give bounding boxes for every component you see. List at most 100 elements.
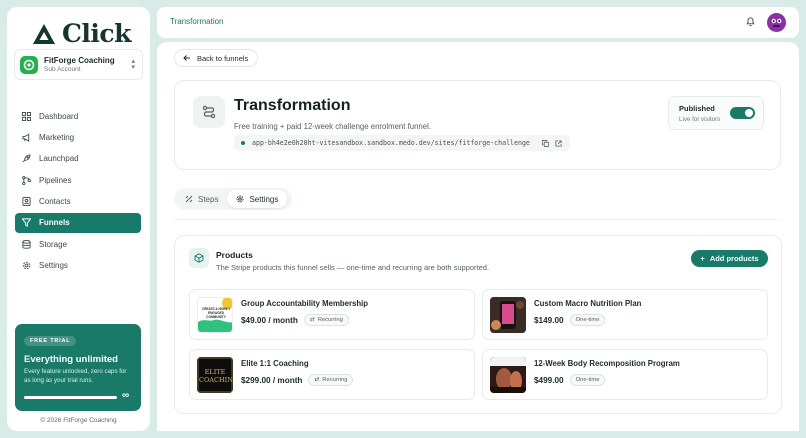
sidebar-item-launchpad[interactable]: Launchpad [15,149,141,169]
account-switcher[interactable]: FitForge Coaching Sub Account ▴ ▾ [14,49,143,80]
app-logo[interactable]: Click [32,21,131,46]
trial-progress-bar [24,396,117,399]
rocket-icon [22,154,31,163]
product-card[interactable]: ELITE COACHING Elite 1:1 Coaching $299.0… [189,349,475,400]
funnel-url-text[interactable]: app-bh4e2e0h20ht-vitesandbox.sandbox.med… [252,139,530,147]
sidebar-item-pipelines[interactable]: Pipelines [15,170,141,190]
top-bar: Transformation [157,7,799,38]
tab-label: Steps [198,194,219,204]
sidebar-item-label: Pipelines [39,175,72,185]
billing-badge: ⇄ Recurring [308,374,354,386]
product-name: Group Accountability Membership [241,299,369,308]
product-thumbnail: ELITE COACHING [197,357,233,393]
billing-label: One-time [575,377,600,383]
grid-icon [22,111,31,121]
billing-badge: One-time [569,374,606,386]
billing-badge: One-time [569,314,606,326]
sidebar-item-marketing[interactable]: Marketing [15,127,141,147]
account-logo-icon [23,59,35,70]
account-avatar [20,55,38,74]
external-link-icon[interactable] [555,139,562,147]
product-name: Elite 1:1 Coaching [241,359,309,368]
product-card[interactable]: Custom Macro Nutrition Plan $149.00 One-… [482,289,768,340]
steps-icon [185,195,193,203]
funnel-url[interactable]: app-bh4e2e0h20ht-vitesandbox.sandbox.med… [234,135,570,151]
trial-description: Every feature unlocked, zero caps for as… [24,368,127,384]
product-thumbnail [490,357,526,393]
sidebar-item-contacts[interactable]: Contacts [15,192,141,212]
thumbnail-text: ELITE COACHING [199,368,233,384]
bell-icon[interactable] [745,16,756,27]
product-price: $299.00 / month [241,375,303,385]
sidebar-item-label: Funnels [39,218,70,228]
billing-label: Recurring [322,377,348,383]
status-dot [241,141,245,145]
account-type: Sub Account [44,66,81,73]
product-name: Custom Macro Nutrition Plan [534,299,642,308]
breadcrumb[interactable]: Transformation [170,17,224,26]
funnel-tabs: Steps Settings [174,188,292,210]
sidebar-item-label: Settings [39,261,68,271]
contacts-icon [22,197,31,207]
products-title: Products [216,250,253,260]
body-recomp-thumbnail-image [490,357,526,393]
funnel-type-icon [193,96,225,128]
plus-icon: + [700,254,705,263]
route-icon [202,105,216,119]
back-label: Back to funnels [197,53,249,63]
gear-icon [237,195,244,203]
gear-icon [22,262,31,270]
infinity-icon: ∞ [122,390,130,401]
sidebar-item-label: Dashboard [39,111,79,121]
trial-card: FREE TRIAL Everything unlimited Every fe… [15,324,141,411]
tab-steps[interactable]: Steps [176,190,227,208]
chevron-up-down-icon: ▴ ▾ [131,57,135,71]
sidebar: Click FitForge Coaching Sub Account ▴ ▾ D… [7,7,150,431]
product-card[interactable]: CREATE A HIGHLY ENGAGED COMMUNITY Group … [189,289,475,340]
funnel-icon [22,218,31,228]
tab-settings[interactable]: Settings [227,190,288,208]
product-price: $499.00 [534,375,564,385]
tab-label: Settings [249,194,279,204]
trial-badge: FREE TRIAL [24,336,77,346]
product-thumbnail [490,297,526,333]
billing-label: Recurring [317,317,343,323]
avatar-face-icon [771,18,782,27]
app-name: Click [62,19,131,48]
divider [174,219,781,220]
funnel-description: Free training + paid 12-week challenge e… [234,122,431,131]
published-sub: Live for visitors [679,116,721,123]
page-title: Transformation [234,97,351,114]
thumbnail-text: CREATE A HIGHLY ENGAGED COMMUNITY [201,307,231,319]
user-avatar[interactable] [767,13,786,32]
product-card[interactable]: 12-Week Body Recomposition Program $499.… [482,349,768,400]
arrow-left-icon [183,55,190,61]
product-thumbnail: CREATE A HIGHLY ENGAGED COMMUNITY [197,297,233,333]
pipeline-icon [22,175,31,185]
products-subtitle: The Stripe products this funnel sells — … [216,263,490,272]
published-label: Published [679,104,715,113]
product-price: $149.00 [534,315,564,325]
back-to-funnels-button[interactable]: Back to funnels [174,49,258,67]
sidebar-item-funnels[interactable]: Funnels [15,212,141,233]
copy-icon[interactable] [542,139,549,147]
product-name: 12-Week Body Recomposition Program [534,359,680,368]
add-products-button[interactable]: + Add products [691,250,768,267]
sidebar-item-settings[interactable]: Settings [15,256,141,276]
sidebar-item-label: Marketing [39,132,75,142]
funnel-header-card: Transformation Free training + paid 12-w… [174,80,781,170]
logo-icon [33,23,55,44]
sidebar-item-storage[interactable]: Storage [15,234,141,254]
repeat-icon: ⇄ [314,377,320,383]
repeat-icon: ⇄ [309,317,315,323]
publish-status: Published Live for visitors [668,96,764,130]
copyright: © 2026 FitForge Coaching [40,417,117,424]
products-section: Products The Stripe products this funnel… [174,235,782,414]
main-content: Back to funnels Transformation Free trai… [157,42,799,431]
add-products-label: Add products [709,254,759,263]
publish-toggle[interactable] [730,107,755,119]
sidebar-item-dashboard[interactable]: Dashboard [15,106,141,126]
megaphone-icon [22,133,30,142]
sidebar-item-label: Launchpad [39,154,79,164]
account-name: FitForge Coaching [44,56,115,65]
